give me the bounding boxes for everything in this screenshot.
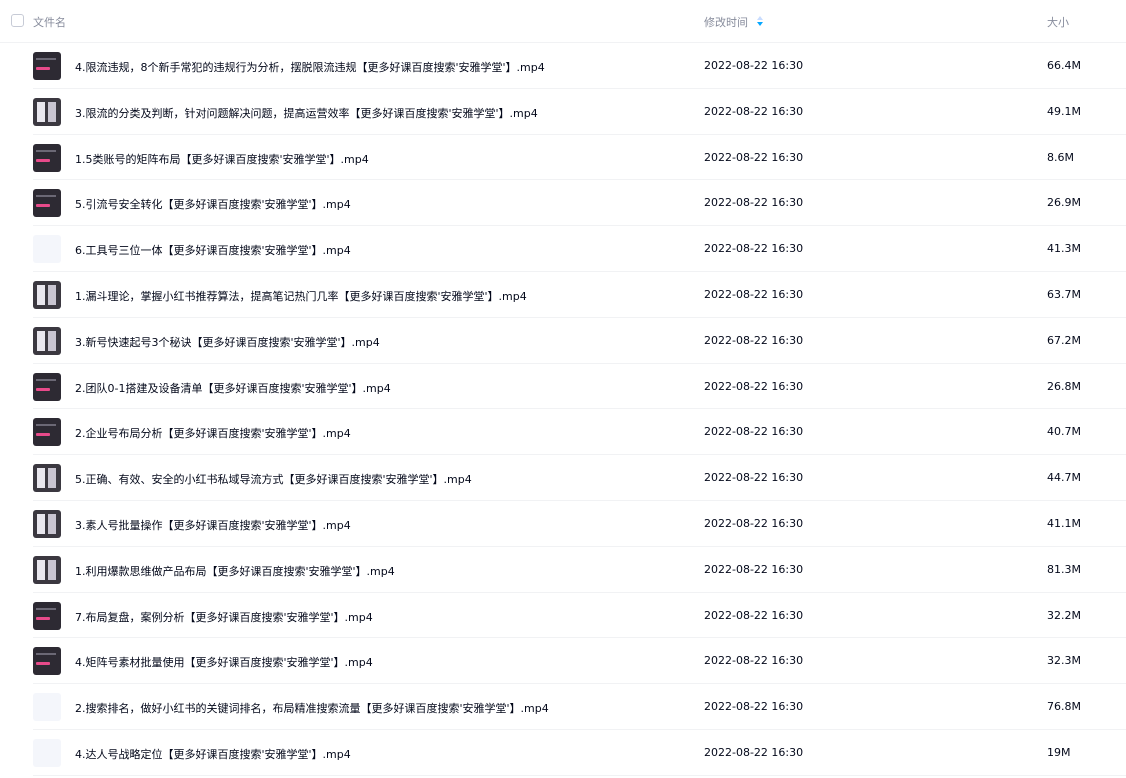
file-row[interactable]: 3.新号快速起号3个秘诀【更多好课百度搜索'安雅学堂'】.mp4 2022-08-…	[33, 318, 1126, 364]
file-name[interactable]: 3.限流的分类及判断，针对问题解决问题，提高运营效率【更多好课百度搜索'安雅学堂…	[75, 105, 538, 121]
file-row[interactable]: 2.企业号布局分析【更多好课百度搜索'安雅学堂'】.mp4 2022-08-22 …	[33, 409, 1126, 456]
file-size: 76.8M	[1047, 700, 1081, 714]
file-name[interactable]: 4.矩阵号素材批量使用【更多好课百度搜索'安雅学堂'】.mp4	[75, 654, 373, 670]
file-name[interactable]: 5.引流号安全转化【更多好课百度搜索'安雅学堂'】.mp4	[75, 196, 351, 212]
file-row[interactable]: 1.5类账号的矩阵布局【更多好课百度搜索'安雅学堂'】.mp4 2022-08-2…	[33, 135, 1126, 181]
file-size: 19M	[1047, 745, 1071, 759]
file-list: 4.限流违规，8个新手常犯的违规行为分析，摆脱限流违规【更多好课百度搜索'安雅学…	[0, 43, 1126, 776]
file-row[interactable]: 2.团队0-1搭建及设备清单【更多好课百度搜索'安雅学堂'】.mp4 2022-0…	[33, 364, 1126, 410]
file-size: 32.3M	[1047, 654, 1081, 668]
file-name[interactable]: 5.正确、有效、安全的小红书私域导流方式【更多好课百度搜索'安雅学堂'】.mp4	[75, 471, 472, 487]
file-modified-time: 2022-08-22 16:30	[704, 242, 804, 256]
file-size: 26.8M	[1047, 379, 1081, 393]
file-list-header: 文件名 修改时间 大小	[0, 0, 1126, 43]
file-modified-time: 2022-08-22 16:30	[704, 654, 804, 668]
file-row[interactable]: 3.限流的分类及判断，针对问题解决问题，提高运营效率【更多好课百度搜索'安雅学堂…	[33, 89, 1126, 135]
column-header-modified-time-label: 修改时间	[704, 16, 748, 29]
file-name[interactable]: 2.企业号布局分析【更多好课百度搜索'安雅学堂'】.mp4	[75, 425, 351, 441]
file-row[interactable]: 1.漏斗理论，掌握小红书推荐算法，提高笔记热门几率【更多好课百度搜索'安雅学堂'…	[33, 272, 1126, 318]
file-modified-time: 2022-08-22 16:30	[704, 471, 804, 485]
file-row[interactable]: 7.布局复盘，案例分析【更多好课百度搜索'安雅学堂'】.mp4 2022-08-2…	[33, 593, 1126, 639]
file-row[interactable]: 6.工具号三位一体【更多好课百度搜索'安雅学堂'】.mp4 2022-08-22 …	[33, 226, 1126, 272]
file-size: 41.3M	[1047, 242, 1081, 256]
file-size: 63.7M	[1047, 287, 1081, 301]
file-modified-time: 2022-08-22 16:30	[704, 379, 804, 393]
video-thumbnail[interactable]	[33, 143, 61, 172]
video-thumbnail[interactable]	[33, 555, 61, 584]
video-thumbnail[interactable]	[33, 509, 61, 538]
file-row[interactable]: 2.搜索排名，做好小红书的关键词排名，布局精准搜索流量【更多好课百度搜索'安雅学…	[33, 684, 1126, 730]
file-name[interactable]: 1.漏斗理论，掌握小红书推荐算法，提高笔记热门几率【更多好课百度搜索'安雅学堂'…	[75, 288, 527, 304]
file-name[interactable]: 2.团队0-1搭建及设备清单【更多好课百度搜索'安雅学堂'】.mp4	[75, 380, 391, 396]
file-row[interactable]: 3.素人号批量操作【更多好课百度搜索'安雅学堂'】.mp4 2022-08-22 …	[33, 501, 1126, 547]
video-thumbnail[interactable]	[33, 693, 61, 722]
column-header-size[interactable]: 大小	[1047, 14, 1069, 30]
file-row[interactable]: 4.矩阵号素材批量使用【更多好课百度搜索'安雅学堂'】.mp4 2022-08-2…	[33, 638, 1126, 685]
file-size: 26.9M	[1047, 196, 1081, 210]
video-thumbnail[interactable]	[33, 326, 61, 355]
video-thumbnail[interactable]	[33, 52, 61, 80]
file-modified-time: 2022-08-22 16:30	[704, 745, 804, 759]
video-thumbnail[interactable]	[33, 601, 61, 630]
file-modified-time: 2022-08-22 16:30	[704, 562, 804, 576]
video-thumbnail[interactable]	[33, 97, 61, 126]
column-header-name[interactable]: 文件名	[33, 14, 66, 30]
file-list-page: 文件名 修改时间 大小 4.限流违规，8个新手常犯的违规行为分析，摆脱限流违规【…	[0, 0, 1126, 778]
file-name[interactable]: 3.素人号批量操作【更多好课百度搜索'安雅学堂'】.mp4	[75, 517, 351, 533]
file-modified-time: 2022-08-22 16:30	[704, 287, 804, 301]
file-name[interactable]: 3.新号快速起号3个秘诀【更多好课百度搜索'安雅学堂'】.mp4	[75, 334, 380, 350]
video-thumbnail[interactable]	[33, 189, 61, 218]
file-modified-time: 2022-08-22 16:30	[704, 59, 804, 72]
select-all-checkbox[interactable]	[11, 14, 24, 27]
video-thumbnail[interactable]	[33, 738, 61, 767]
file-row[interactable]: 1.利用爆款思维做产品布局【更多好课百度搜索'安雅学堂'】.mp4 2022-08…	[33, 547, 1126, 593]
file-row[interactable]: 4.限流违规，8个新手常犯的违规行为分析，摆脱限流违规【更多好课百度搜索'安雅学…	[33, 43, 1126, 89]
column-header-modified-time[interactable]: 修改时间	[704, 14, 764, 30]
video-thumbnail[interactable]	[33, 372, 61, 401]
file-modified-time: 2022-08-22 16:30	[704, 196, 804, 210]
video-thumbnail[interactable]	[33, 280, 61, 309]
file-modified-time: 2022-08-22 16:30	[704, 700, 804, 714]
file-name[interactable]: 7.布局复盘，案例分析【更多好课百度搜索'安雅学堂'】.mp4	[75, 609, 373, 625]
file-size: 81.3M	[1047, 562, 1081, 576]
file-modified-time: 2022-08-22 16:30	[704, 516, 804, 530]
file-name[interactable]: 1.5类账号的矩阵布局【更多好课百度搜索'安雅学堂'】.mp4	[75, 151, 369, 167]
file-size: 41.1M	[1047, 516, 1081, 530]
file-name[interactable]: 4.限流违规，8个新手常犯的违规行为分析，摆脱限流违规【更多好课百度搜索'安雅学…	[75, 59, 545, 75]
file-size: 32.2M	[1047, 608, 1081, 622]
file-size: 67.2M	[1047, 333, 1081, 347]
file-name[interactable]: 4.达人号战略定位【更多好课百度搜索'安雅学堂'】.mp4	[75, 746, 351, 762]
file-modified-time: 2022-08-22 16:30	[704, 608, 804, 622]
file-modified-time: 2022-08-22 16:30	[704, 150, 804, 164]
file-modified-time: 2022-08-22 16:30	[704, 333, 804, 347]
file-size: 40.7M	[1047, 425, 1081, 439]
file-row[interactable]: 4.达人号战略定位【更多好课百度搜索'安雅学堂'】.mp4 2022-08-22 …	[33, 730, 1126, 776]
video-thumbnail[interactable]	[33, 235, 61, 264]
file-modified-time: 2022-08-22 16:30	[704, 104, 804, 118]
file-name[interactable]: 6.工具号三位一体【更多好课百度搜索'安雅学堂'】.mp4	[75, 242, 351, 258]
sort-desc-icon[interactable]	[756, 16, 764, 28]
file-size: 8.6M	[1047, 150, 1074, 164]
file-name[interactable]: 2.搜索排名，做好小红书的关键词排名，布局精准搜索流量【更多好课百度搜索'安雅学…	[75, 700, 549, 716]
video-thumbnail[interactable]	[33, 418, 61, 447]
file-size: 44.7M	[1047, 471, 1081, 485]
video-thumbnail[interactable]	[33, 464, 61, 493]
file-size: 49.1M	[1047, 104, 1081, 118]
file-modified-time: 2022-08-22 16:30	[704, 425, 804, 439]
file-size: 66.4M	[1047, 59, 1081, 72]
file-name[interactable]: 1.利用爆款思维做产品布局【更多好课百度搜索'安雅学堂'】.mp4	[75, 563, 395, 579]
video-thumbnail[interactable]	[33, 647, 61, 676]
file-row[interactable]: 5.正确、有效、安全的小红书私域导流方式【更多好课百度搜索'安雅学堂'】.mp4…	[33, 455, 1126, 501]
file-row[interactable]: 5.引流号安全转化【更多好课百度搜索'安雅学堂'】.mp4 2022-08-22 …	[33, 180, 1126, 227]
